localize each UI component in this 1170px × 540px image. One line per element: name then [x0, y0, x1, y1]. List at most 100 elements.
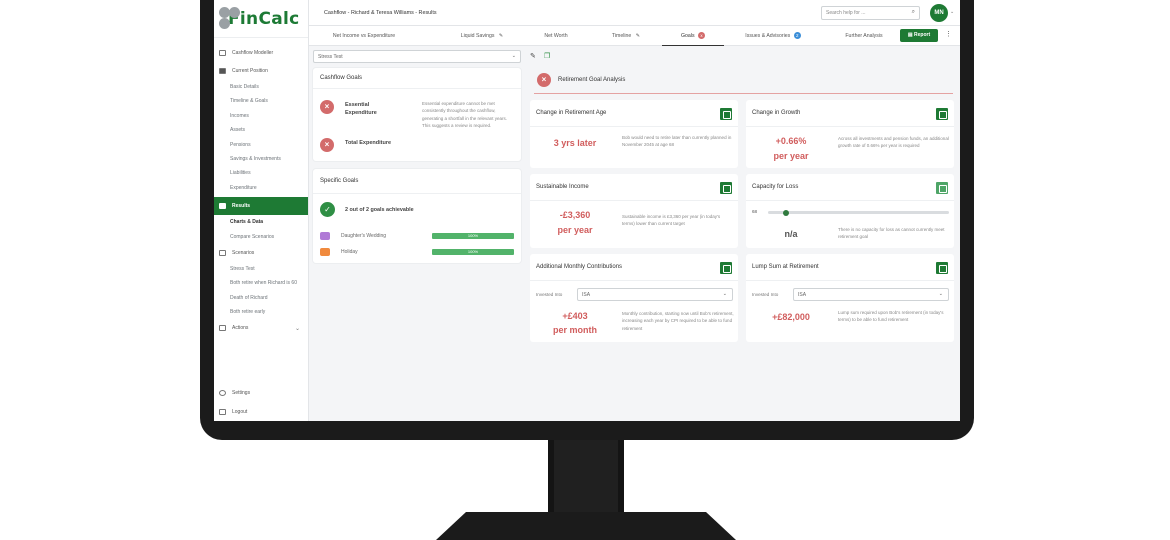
contributions-value-1: +£403	[562, 311, 588, 321]
tab-liquid-savings[interactable]: Liquid Savings ✎	[442, 26, 522, 46]
sidebar-item-stress-test[interactable]: Stress Test	[214, 262, 308, 276]
card-header: Additional Monthly Contributions	[530, 254, 738, 281]
card-title: Lump Sum at Retirement	[752, 264, 819, 270]
chevron-down-icon[interactable]: ⌄	[950, 9, 954, 15]
tab-further-analysis[interactable]: Further Analysis	[833, 26, 895, 46]
more-options-icon[interactable]: ⋮	[945, 30, 952, 38]
sidebar-item-savings-investments[interactable]: Savings & Investments	[214, 152, 308, 166]
sidebar-item-logout[interactable]: Logout	[214, 402, 309, 421]
sidebar-item-liabilities[interactable]: Liabilities	[214, 166, 308, 180]
sidebar-item-cashflow-modeller[interactable]: Cashflow Modeller	[214, 44, 308, 62]
goal-name: Holiday	[341, 249, 358, 255]
analysis-header: × Retirement Goal Analysis	[534, 66, 953, 94]
invested-into-value: ISA	[582, 292, 591, 298]
monitor-stand-neck	[548, 440, 624, 514]
chevron-down-icon: ⌄	[938, 291, 943, 297]
tab-net-income-vs-expenditure[interactable]: Net Income vs Expenditure	[319, 26, 409, 46]
avatar[interactable]: MN	[930, 4, 948, 22]
sidebar-item-basic-details[interactable]: Basic Details	[214, 80, 308, 94]
expand-button[interactable]	[936, 108, 948, 120]
goal-row-holiday: Holiday	[320, 248, 358, 256]
tab-label: Timeline	[611, 33, 632, 39]
tab-issues-advisories[interactable]: Issues & Advisories 2	[736, 26, 810, 46]
pin-icon[interactable]: ✎	[499, 33, 503, 39]
logo[interactable]: FinCalc	[214, 0, 308, 38]
sidebar-item-death-of-richard[interactable]: Death of Richard	[214, 291, 308, 305]
card-title: Change in Retirement Age	[536, 110, 607, 116]
sidebar-item-label: Cashflow Modeller	[232, 50, 274, 56]
card-title: Additional Monthly Contributions	[536, 264, 623, 270]
sidebar-item-label: Current Position	[232, 68, 268, 74]
goal-label: Total Expenditure	[345, 140, 392, 146]
sidebar-item-current-position[interactable]: Current Position	[214, 62, 308, 80]
sidebar-item-actions[interactable]: Actions ⌄	[214, 319, 308, 337]
results-tabs: Net Income vs Expenditure Liquid Savings…	[309, 26, 960, 46]
expand-button[interactable]	[936, 262, 948, 274]
app-screen: FinCalc Cashflow Modeller Current Positi…	[214, 0, 960, 421]
card-header: Change in Growth	[746, 100, 954, 127]
report-button[interactable]: ▤ Report	[900, 29, 938, 42]
search-input[interactable]: Search help for ... ⌕	[821, 6, 920, 20]
tab-timeline[interactable]: Timeline ✎	[598, 26, 654, 46]
pin-icon[interactable]: ✎	[636, 33, 640, 39]
expand-button[interactable]	[936, 182, 948, 194]
capacity-value: n/a	[784, 229, 798, 239]
sidebar-item-assets[interactable]: Assets	[214, 123, 308, 137]
card-header: Lump Sum at Retirement	[746, 254, 954, 281]
tab-net-worth[interactable]: Net Worth	[531, 26, 581, 46]
progress-bar-holiday: 100%	[432, 249, 514, 255]
gear-icon	[219, 389, 226, 396]
edit-icon[interactable]: ✎	[530, 52, 536, 60]
wedding-icon	[320, 232, 330, 240]
tab-goals-active[interactable]: Goals x	[662, 26, 724, 46]
check-icon: ✓	[320, 202, 335, 217]
monitor-frame: FinCalc Cashflow Modeller Current Positi…	[200, 0, 974, 440]
copy-icon[interactable]: ❐	[544, 52, 550, 60]
capacity-slider[interactable]	[768, 211, 949, 214]
expand-button[interactable]	[720, 182, 732, 194]
sidebar-item-expenditure[interactable]: Expenditure	[214, 181, 308, 195]
chart-bars-icon	[219, 249, 226, 256]
search-placeholder: Search help for ...	[826, 10, 866, 16]
slider-handle[interactable]	[783, 209, 789, 216]
growth-value-2: per year	[773, 151, 809, 161]
expand-button[interactable]	[720, 262, 732, 274]
tab-label: Liquid Savings	[460, 33, 495, 39]
cashflow-goals-card: Cashflow Goals × Essential Expenditure ×…	[313, 68, 521, 161]
tab-label: Net Worth	[544, 33, 568, 39]
income-value-2: per year	[557, 225, 593, 235]
growth-desc: Across all investments and pension funds…	[838, 136, 949, 149]
goal-name: Daughter's Wedding	[341, 233, 387, 239]
cashflow-goal-essential: × Essential Expenditure	[320, 100, 397, 117]
scenario-select[interactable]: Stress Test ⌄	[313, 50, 521, 63]
sidebar-item-compare-scenarios[interactable]: Compare Scenarios	[214, 230, 308, 244]
invested-into-select[interactable]: ISA ⌄	[793, 288, 949, 301]
retirement-age-card: Change in Retirement Age 3 yrs later Bob…	[530, 100, 738, 168]
invested-into-select[interactable]: ISA ⌄	[577, 288, 733, 301]
sidebar-item-both-retire-early[interactable]: Both retire early	[214, 305, 308, 319]
progress-bar-wedding: 100%	[432, 233, 514, 239]
sidebar-item-both-retire-richard-60[interactable]: Both retire when Richard is 60	[214, 276, 308, 290]
specific-goals-card: Specific Goals ✓ 2 out of 2 goals achiev…	[313, 169, 521, 263]
sidebar-item-charts-data[interactable]: Charts & Data	[214, 215, 308, 229]
sidebar-item-label: Logout	[232, 408, 248, 415]
card-title: Capacity for Loss	[752, 184, 799, 190]
sidebar-item-timeline-goals[interactable]: Timeline & Goals	[214, 94, 308, 108]
expand-button[interactable]	[720, 108, 732, 120]
capacity-desc: There is no capacity for loss as cannot …	[838, 227, 945, 240]
invested-into-label: Invested Into	[536, 292, 563, 297]
income-value-1: -£3,360	[559, 210, 591, 220]
tab-label: Goals	[680, 33, 695, 39]
contributions-value-2: per month	[553, 325, 597, 335]
lump-sum-value: +£82,000	[772, 312, 810, 322]
error-badge-icon: x	[698, 32, 705, 40]
invested-into-label: Invested Into	[752, 292, 779, 297]
sidebar-item-scenarios[interactable]: Scenarios	[214, 244, 308, 262]
sidebar-item-settings[interactable]: Settings	[214, 383, 309, 402]
sidebar-item-incomes[interactable]: Incomes	[214, 109, 308, 123]
monthly-contributions-card: Additional Monthly Contributions Investe…	[530, 254, 738, 342]
search-icon[interactable]: ⌕	[912, 9, 915, 16]
slider-label: 68	[752, 209, 758, 214]
sidebar-item-results[interactable]: Results	[214, 197, 308, 216]
sidebar-item-pensions[interactable]: Pensions	[214, 138, 308, 152]
